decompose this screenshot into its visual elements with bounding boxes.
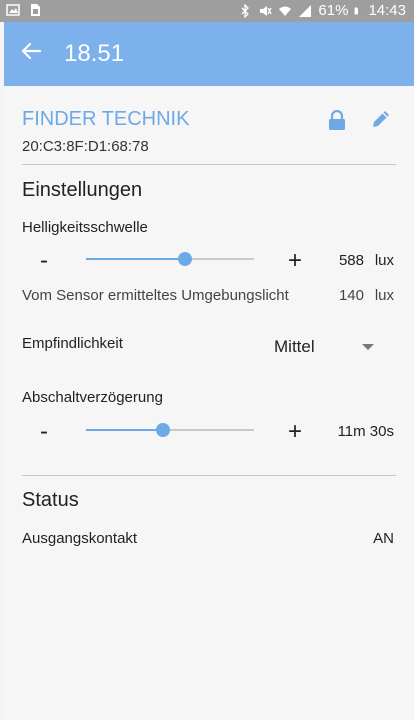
divider xyxy=(22,475,396,476)
signal-icon xyxy=(299,4,312,17)
slider-fill xyxy=(86,258,185,260)
switch-off-delay-label: Abschaltverzögerung xyxy=(22,389,163,406)
settings-section-title: Einstellungen xyxy=(22,179,143,201)
brightness-decrease-button[interactable]: - xyxy=(40,249,48,273)
edit-pencil-icon[interactable] xyxy=(370,108,392,130)
output-contact-value: AN xyxy=(373,530,394,547)
sim-icon xyxy=(31,4,40,16)
divider xyxy=(22,164,396,165)
ambient-light-value: 140 xyxy=(338,287,364,304)
page-title: 18.51 xyxy=(64,40,125,67)
brightness-threshold-label: Helligkeitsschwelle xyxy=(22,219,148,236)
status-bar: 61% 14:43 xyxy=(0,0,414,22)
ambient-light-unit: lux xyxy=(374,287,394,304)
brightness-increase-button[interactable]: + xyxy=(288,249,302,273)
switch-off-delay-slider[interactable] xyxy=(86,420,254,440)
delay-increase-button[interactable]: + xyxy=(288,420,302,444)
device-name: FINDER TECHNIK xyxy=(22,108,190,130)
slider-fill xyxy=(86,429,163,431)
delay-decrease-button[interactable]: - xyxy=(40,420,48,444)
switch-off-delay-value: 11m 30s xyxy=(337,423,394,440)
device-mac-address: 20:C3:8F:D1:68:78 xyxy=(22,138,149,155)
battery-icon xyxy=(355,6,359,14)
status-section-title: Status xyxy=(22,489,79,511)
mute-icon xyxy=(260,5,273,16)
dropdown-arrow-icon xyxy=(362,344,374,350)
app-bar: 18.51 xyxy=(4,22,414,86)
brightness-threshold-slider[interactable] xyxy=(86,249,254,269)
output-contact-label: Ausgangskontakt xyxy=(22,530,138,547)
sensitivity-selected-value: Mittel xyxy=(274,337,315,356)
wifi-icon xyxy=(279,6,292,16)
brightness-threshold-unit: lux xyxy=(374,252,394,269)
back-arrow-icon[interactable] xyxy=(20,40,42,62)
brightness-threshold-value: 588 xyxy=(338,252,364,269)
bluetooth-icon xyxy=(241,3,250,18)
battery-percent: 61% xyxy=(318,2,349,19)
lock-icon[interactable] xyxy=(328,110,346,130)
sensitivity-label: Empfindlichkeit xyxy=(22,335,123,352)
slider-thumb[interactable] xyxy=(156,423,170,437)
image-icon xyxy=(6,4,20,16)
device-settings-panel: FINDER TECHNIK 20:C3:8F:D1:68:78 Einstel… xyxy=(4,86,414,720)
clock: 14:43 xyxy=(368,2,406,19)
slider-thumb[interactable] xyxy=(178,252,192,266)
ambient-light-label: Vom Sensor ermitteltes Umgebungslicht xyxy=(22,287,289,304)
